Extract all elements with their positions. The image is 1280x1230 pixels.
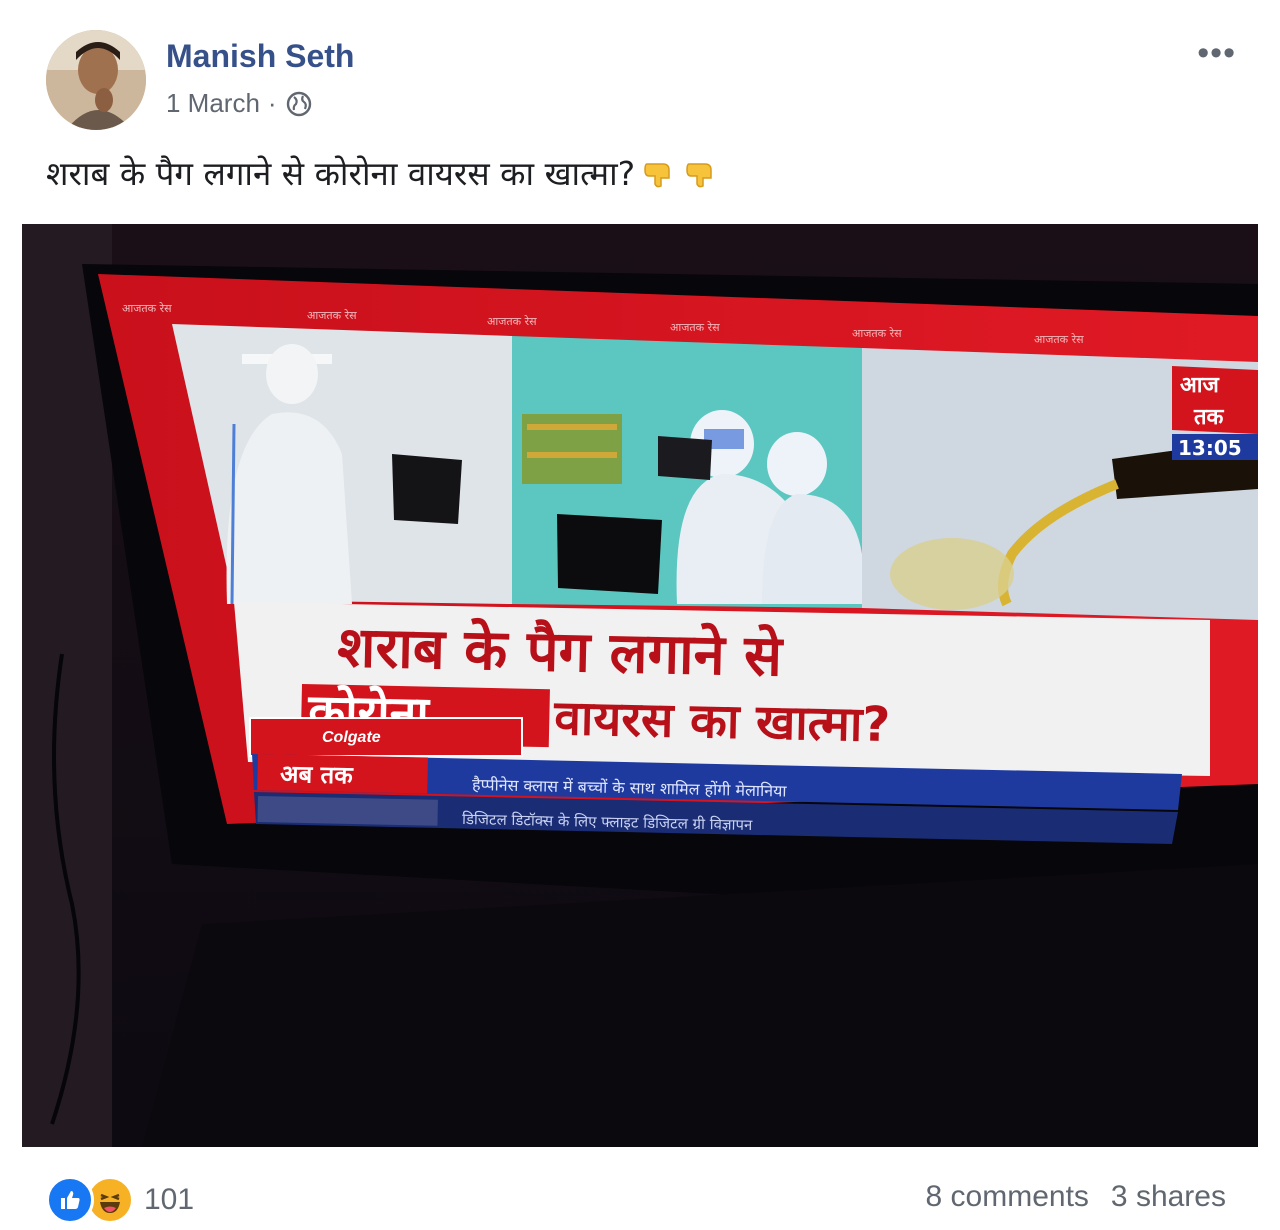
band-label: आजतक रेस <box>670 321 720 334</box>
comments-count[interactable]: 8 comments <box>926 1180 1089 1214</box>
band-label: आजतक रेस <box>307 309 357 322</box>
logo-top-text: आज <box>1180 373 1220 398</box>
pointing-down-emoji-icon <box>643 156 677 190</box>
like-reaction-icon <box>46 1176 94 1224</box>
reactions-summary[interactable]: 101 <box>46 1176 194 1224</box>
globe-icon[interactable] <box>285 90 313 118</box>
post-meta: 1 March · <box>166 88 313 119</box>
band-label: आजतक रेस <box>1034 333 1084 346</box>
post-caption: शराब के पैग लगाने से कोरोना वायरस का खात… <box>46 150 719 195</box>
tv-photo-svg: आजतक रेस आजतक रेस आजतक रेस आजतक रेस आजतक… <box>22 224 1258 1147</box>
reaction-count[interactable]: 101 <box>144 1183 194 1217</box>
avatar-image <box>46 30 146 130</box>
author-name[interactable]: Manish Seth <box>166 38 354 75</box>
headline-line2-b: वायरस का खात्मा? <box>553 690 891 753</box>
meta-separator: · <box>267 88 277 118</box>
engagement-stats: 8 comments 3 shares <box>926 1180 1226 1214</box>
headline-line1: शराब के पैग लगाने से <box>337 614 785 689</box>
logo-bottom-text: तक <box>1193 405 1225 430</box>
band-label: आजतक रेस <box>852 327 902 340</box>
band-label: आजतक रेस <box>122 302 172 315</box>
more-options-button[interactable]: ••• <box>1197 34 1236 73</box>
pointing-down-emoji-icon <box>685 156 719 190</box>
sponsor-logo: Colgate <box>322 729 381 746</box>
shares-count[interactable]: 3 shares <box>1111 1180 1226 1214</box>
caption-text: शराब के पैग लगाने से कोरोना वायरस का खात… <box>46 154 636 193</box>
band-label: आजतक रेस <box>487 315 537 328</box>
post-date[interactable]: 1 March <box>166 88 260 119</box>
channel-logo: आज तक 13:05 <box>1172 366 1258 460</box>
author-avatar[interactable] <box>46 30 146 130</box>
ticker-tag: अब तक <box>280 760 355 790</box>
tv-clock: 13:05 <box>1178 436 1242 460</box>
post-photo[interactable]: आजतक रेस आजतक रेस आजतक रेस आजतक रेस आजतक… <box>22 224 1258 1147</box>
